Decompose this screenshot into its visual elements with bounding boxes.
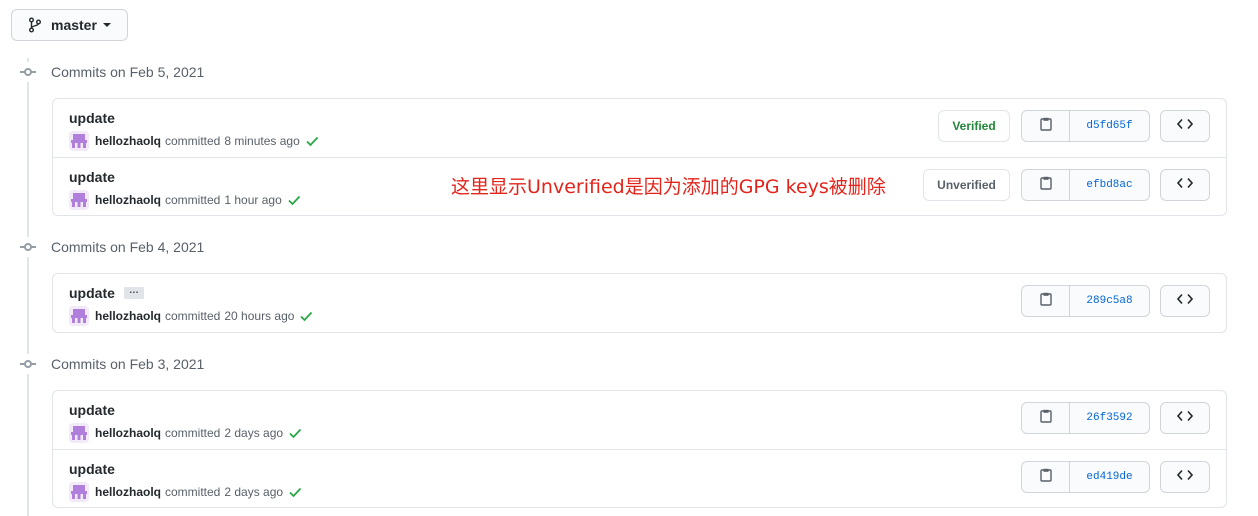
copy-sha-button[interactable] bbox=[1022, 111, 1070, 141]
code-icon bbox=[1176, 468, 1194, 486]
check-icon[interactable] bbox=[288, 485, 302, 499]
clipboard-icon bbox=[1039, 176, 1052, 195]
avatar[interactable] bbox=[69, 131, 89, 151]
browse-repo-button[interactable] bbox=[1160, 461, 1210, 493]
author-link[interactable]: hellozhaolq bbox=[95, 193, 161, 207]
commit-time: 1 hour ago bbox=[224, 193, 282, 207]
annotation-text: 这里显示Unverified是因为添加的GPG keys被删除 bbox=[451, 176, 886, 198]
code-icon bbox=[1176, 292, 1194, 310]
commit-message-link[interactable]: update bbox=[69, 169, 115, 185]
commit-row: update … hellozhaolq committed 20 hours a… bbox=[53, 274, 1226, 332]
clipboard-icon bbox=[1039, 409, 1052, 428]
commit-sha-group: d5fd65f bbox=[1021, 110, 1150, 142]
clipboard-icon bbox=[1039, 117, 1052, 136]
author-link[interactable]: hellozhaolq bbox=[95, 426, 161, 440]
clipboard-icon bbox=[1039, 468, 1052, 487]
copy-sha-button[interactable] bbox=[1022, 286, 1070, 316]
commit-group-title: Commits on Feb 3, 2021 bbox=[51, 356, 205, 372]
git-commit-icon bbox=[20, 64, 36, 80]
copy-sha-button[interactable] bbox=[1022, 403, 1070, 433]
unverified-badge[interactable]: Unverified bbox=[923, 169, 1010, 201]
commit-sha-link[interactable]: 26f3592 bbox=[1070, 403, 1149, 433]
copy-sha-button[interactable] bbox=[1022, 462, 1070, 492]
committed-text: committed bbox=[165, 309, 221, 323]
commit-sha-group: 26f3592 bbox=[1021, 402, 1150, 434]
committed-text: committed bbox=[165, 485, 221, 499]
author-link[interactable]: hellozhaolq bbox=[95, 485, 161, 499]
chevron-down-icon bbox=[102, 23, 111, 27]
commit-sha-group: 289c5a8 bbox=[1021, 285, 1150, 317]
browse-repo-button[interactable] bbox=[1160, 169, 1210, 201]
commit-row: update hellozhaolq committed 2 days ago … bbox=[53, 449, 1226, 507]
branch-select-button[interactable]: master bbox=[11, 9, 128, 41]
commit-sha-link[interactable]: ed419de bbox=[1070, 462, 1149, 492]
copy-sha-button[interactable] bbox=[1022, 170, 1070, 200]
commit-row: update hellozhaolq committed 8 minutes a… bbox=[53, 99, 1226, 157]
verified-badge[interactable]: Verified bbox=[938, 110, 1010, 142]
committed-text: committed bbox=[165, 193, 221, 207]
commit-sha-link[interactable]: d5fd65f bbox=[1070, 111, 1149, 141]
committed-text: committed bbox=[165, 134, 221, 148]
avatar[interactable] bbox=[69, 482, 89, 502]
check-icon[interactable] bbox=[287, 193, 301, 207]
branch-label: master bbox=[51, 17, 97, 33]
check-icon[interactable] bbox=[305, 134, 319, 148]
author-link[interactable]: hellozhaolq bbox=[95, 309, 161, 323]
browse-repo-button[interactable] bbox=[1160, 285, 1210, 317]
commit-sha-group: ed419de bbox=[1021, 461, 1150, 493]
commit-time: 8 minutes ago bbox=[224, 134, 300, 148]
git-commit-icon bbox=[20, 239, 36, 255]
browse-repo-button[interactable] bbox=[1160, 110, 1210, 142]
commit-message-link[interactable]: update bbox=[69, 461, 115, 477]
code-icon bbox=[1176, 409, 1194, 427]
code-icon bbox=[1176, 176, 1194, 194]
commit-row: update hellozhaolq committed 2 days ago … bbox=[53, 391, 1226, 449]
commit-time: 2 days ago bbox=[224, 426, 284, 440]
commit-group-header: Commits on Feb 5, 2021 bbox=[20, 62, 205, 82]
commit-group-header: Commits on Feb 4, 2021 bbox=[20, 237, 205, 257]
browse-repo-button[interactable] bbox=[1160, 402, 1210, 434]
commit-group-title: Commits on Feb 4, 2021 bbox=[51, 239, 205, 255]
avatar[interactable] bbox=[69, 423, 89, 443]
commit-time: 20 hours ago bbox=[224, 309, 295, 323]
commit-sha-link[interactable]: efbd8ac bbox=[1070, 170, 1149, 200]
commit-message-link[interactable]: update bbox=[69, 110, 115, 126]
commit-group-header: Commits on Feb 3, 2021 bbox=[20, 354, 205, 374]
commit-list: update hellozhaolq committed 2 days ago … bbox=[52, 390, 1227, 508]
commit-sha-group: efbd8ac bbox=[1021, 169, 1150, 201]
author-link[interactable]: hellozhaolq bbox=[95, 134, 161, 148]
clipboard-icon bbox=[1039, 292, 1052, 311]
avatar[interactable] bbox=[69, 190, 89, 210]
code-icon bbox=[1176, 117, 1194, 135]
commit-message-link[interactable]: update bbox=[69, 285, 115, 301]
timeline-line bbox=[27, 58, 29, 516]
commit-time: 2 days ago bbox=[224, 485, 284, 499]
commit-list: update … hellozhaolq committed 20 hours a… bbox=[52, 273, 1227, 333]
committed-text: committed bbox=[165, 426, 221, 440]
commit-sha-link[interactable]: 289c5a8 bbox=[1070, 286, 1149, 316]
expand-message-button[interactable]: … bbox=[123, 286, 144, 299]
avatar[interactable] bbox=[69, 306, 89, 326]
check-icon[interactable] bbox=[299, 309, 313, 323]
commit-group-title: Commits on Feb 5, 2021 bbox=[51, 64, 205, 80]
git-branch-icon bbox=[28, 17, 42, 33]
git-commit-icon bbox=[20, 356, 36, 372]
check-icon[interactable] bbox=[288, 426, 302, 440]
commit-message-link[interactable]: update bbox=[69, 402, 115, 418]
